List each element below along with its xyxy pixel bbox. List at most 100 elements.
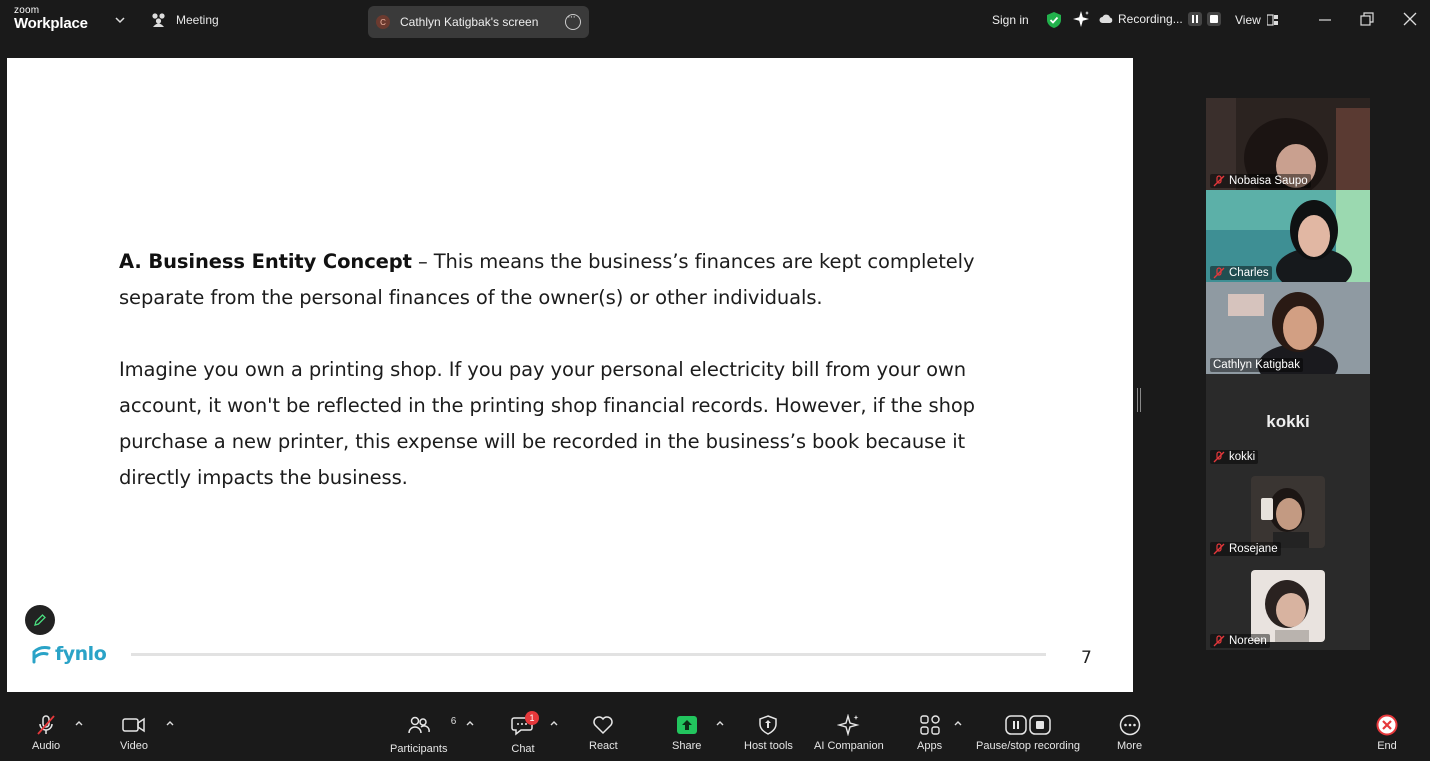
end-meeting-button[interactable]: End — [1376, 714, 1398, 752]
more-label: More — [1117, 740, 1143, 752]
share-button[interactable]: Share — [672, 714, 701, 752]
meeting-people-icon — [152, 13, 165, 27]
audio-options-caret-icon[interactable] — [74, 718, 84, 728]
pause-stop-recording-button[interactable]: Pause/stop recording — [976, 714, 1080, 752]
meeting-info-button[interactable]: Meeting — [150, 12, 219, 28]
participant-name-tag: Cathlyn Katigbak — [1210, 358, 1303, 372]
ai-sparkle-icon[interactable] — [1072, 10, 1090, 28]
participants-count: 6 — [450, 716, 457, 727]
participant-name: Rosejane — [1229, 543, 1278, 555]
share-label: Share — [672, 740, 702, 752]
video-options-caret-icon[interactable] — [165, 718, 175, 728]
muted-mic-icon — [1213, 175, 1225, 187]
avatar-photo — [1251, 570, 1325, 642]
minimize-icon[interactable] — [1318, 12, 1332, 26]
host-tools-button[interactable]: Host tools — [744, 714, 793, 752]
view-label: View — [1235, 13, 1261, 27]
slide-paragraph-1: A. Business Entity Concept – This means … — [119, 244, 999, 316]
logo-main-text: Workplace — [14, 15, 88, 32]
heart-icon — [593, 716, 614, 735]
video-label: Video — [120, 740, 148, 752]
video-tile-rosejane[interactable]: Rosejane — [1206, 466, 1370, 558]
ai-companion-label: AI Companion — [814, 740, 884, 752]
end-label: End — [1377, 740, 1397, 752]
muted-mic-icon — [1213, 451, 1225, 463]
participant-avatar — [1251, 570, 1325, 642]
slide-footer-line — [131, 653, 1046, 656]
grid-view-icon — [1266, 14, 1278, 26]
participant-name-tag: Charles — [1210, 266, 1272, 280]
close-icon[interactable] — [1403, 12, 1417, 26]
view-button[interactable]: View — [1235, 13, 1279, 27]
more-button[interactable]: More — [1117, 714, 1142, 752]
panel-resize-handle[interactable] — [1137, 388, 1141, 412]
share-options-caret-icon[interactable] — [715, 718, 725, 728]
apps-button[interactable]: Apps — [917, 714, 942, 752]
zoom-window: zoom Workplace Meeting C Cathlyn Katigba… — [0, 0, 1430, 761]
audio-label: Audio — [32, 740, 61, 752]
participant-name-tag: Nobaisa Saupo — [1210, 174, 1311, 188]
participant-name-tag: Noreen — [1210, 634, 1270, 648]
more-options-icon[interactable] — [565, 11, 581, 30]
cloud-record-icon — [1099, 14, 1113, 23]
screen-share-pill[interactable]: C Cathlyn Katigbak's screen — [368, 6, 589, 38]
more-dots-icon — [1119, 714, 1140, 736]
stop-recording-icon[interactable] — [1206, 12, 1221, 26]
meeting-toolbar: Audio Video 6 Participants 1 Chat React … — [0, 704, 1430, 761]
react-button[interactable]: React — [589, 714, 618, 752]
avatar-photo — [1251, 476, 1325, 548]
chat-unread-badge: 1 — [525, 711, 539, 725]
participant-gallery: Nobaisa Saupo Charles Cathlyn Katigbak k… — [1206, 98, 1370, 652]
recording-label: Recording... — [1118, 12, 1183, 26]
video-tile-kokki[interactable]: kokki kokki — [1206, 374, 1370, 466]
video-tile-noreen[interactable]: Noreen — [1206, 558, 1370, 650]
participant-name: Cathlyn Katigbak — [1213, 359, 1300, 371]
share-screen-icon — [676, 716, 697, 734]
participant-display-name: kokki — [1266, 412, 1310, 431]
host-tools-label: Host tools — [744, 740, 793, 752]
pause-recording-icon[interactable] — [1187, 12, 1202, 26]
participant-name: kokki — [1229, 451, 1256, 463]
muted-mic-icon — [1213, 543, 1225, 555]
participant-name: Charles — [1229, 267, 1269, 279]
ai-sparkle-icon — [836, 714, 860, 736]
video-tile-cathlyn[interactable]: Cathlyn Katigbak — [1206, 282, 1370, 374]
chat-button[interactable]: 1 Chat — [511, 711, 539, 755]
host-shield-icon — [759, 715, 778, 735]
audio-button[interactable]: Audio — [32, 714, 60, 752]
restore-icon[interactable] — [1360, 12, 1374, 26]
apps-grid-icon — [919, 715, 940, 735]
slide-heading-bold: A. Business Entity Concept — [119, 250, 412, 273]
encryption-shield-icon[interactable] — [1046, 11, 1062, 29]
fynlo-logo: fynlo — [31, 643, 107, 665]
participant-name: Noreen — [1229, 635, 1267, 647]
meeting-label: Meeting — [176, 13, 219, 27]
participants-button[interactable]: 6 Participants — [390, 714, 456, 755]
react-label: React — [589, 740, 618, 752]
apps-options-caret-icon[interactable] — [953, 718, 963, 728]
video-camera-icon — [122, 717, 145, 733]
video-tile-nobaisa[interactable]: Nobaisa Saupo — [1206, 98, 1370, 190]
annotate-pencil-button[interactable] — [25, 605, 55, 635]
sharer-avatar: C — [376, 15, 390, 29]
chat-options-caret-icon[interactable] — [549, 718, 559, 728]
recording-indicator[interactable]: Recording... — [1099, 12, 1221, 26]
top-bar: zoom Workplace Meeting C Cathlyn Katigba… — [0, 0, 1430, 42]
apps-label: Apps — [917, 740, 943, 752]
video-tile-charles[interactable]: Charles — [1206, 190, 1370, 282]
chevron-down-icon[interactable] — [114, 14, 126, 26]
muted-mic-icon — [1213, 267, 1225, 279]
zoom-workplace-logo[interactable]: zoom Workplace — [14, 6, 88, 32]
participant-avatar — [1251, 476, 1325, 548]
slide-page-number: 7 — [1081, 648, 1092, 668]
participants-label: Participants — [390, 743, 448, 755]
slide-paragraph-2: Imagine you own a printing shop. If you … — [119, 358, 975, 489]
end-x-icon — [1376, 714, 1398, 736]
video-button[interactable]: Video — [120, 714, 148, 752]
sign-in-link[interactable]: Sign in — [992, 13, 1029, 27]
participants-options-caret-icon[interactable] — [465, 718, 475, 728]
ai-companion-button[interactable]: AI Companion — [814, 714, 884, 752]
muted-microphone-icon — [37, 715, 55, 735]
participant-name: Nobaisa Saupo — [1229, 175, 1308, 187]
participant-name-tag: kokki — [1210, 450, 1259, 464]
